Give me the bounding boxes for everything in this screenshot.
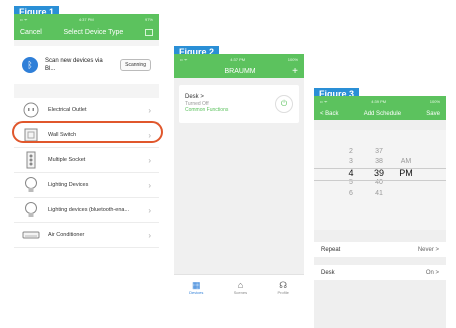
signal-indicator: •• ᯤ: [20, 16, 28, 22]
repeat-label: Repeat: [321, 246, 341, 253]
repeat-value: Never >: [417, 246, 439, 253]
tab-scenes[interactable]: ⌂ Scenes: [234, 280, 247, 295]
picker-selected-value: PM: [399, 167, 413, 178]
tab-devices[interactable]: ▦ Devices: [189, 280, 203, 295]
picker-selected-value: 39: [373, 167, 384, 178]
picker-selection-line: [314, 168, 446, 169]
chevron-right-icon: ›: [148, 205, 151, 215]
device-type-label: Electrical Outlet: [48, 107, 87, 113]
device-type-item[interactable]: Electrical Outlet ›: [14, 98, 159, 123]
tab-label: Profile: [277, 290, 289, 295]
add-device-button[interactable]: +: [292, 66, 298, 77]
device-type-item[interactable]: Lighting Devices ›: [14, 173, 159, 198]
bulb-icon: [22, 201, 40, 219]
picker-selected-value: 4: [348, 167, 354, 178]
wall-switch-highlight: [12, 121, 163, 143]
signal-indicator: •• ᯤ: [180, 56, 188, 62]
tab-label: Devices: [189, 290, 204, 295]
tab-label: Scenes: [233, 290, 248, 295]
device-card[interactable]: Desk > Turned Off Common Functions ⏻: [179, 85, 299, 123]
power-icon[interactable]: ⏻: [275, 95, 293, 113]
status-bar: •• ᯤ 4:37 PM 97%: [14, 14, 159, 25]
clock: 4:37 PM: [78, 17, 94, 22]
device-type-item[interactable]: Air Conditioner ›: [14, 223, 159, 248]
chevron-right-icon: ›: [148, 180, 151, 190]
chevron-right-icon: ›: [148, 230, 151, 240]
picker-value: 41: [375, 189, 383, 197]
home-icon: ⌂: [237, 280, 244, 290]
picker-value: [371, 136, 387, 147]
picker-value: [344, 136, 358, 147]
desk-value: On >: [425, 269, 439, 276]
device-type-item[interactable]: Lighting devices (bluetooth-ena... ›: [14, 198, 159, 223]
picker-selection-line: [314, 180, 446, 181]
device-type-item[interactable]: [14, 248, 159, 258]
add-schedule-screen: •• ᯤ 4:39 PM 100% < Back Add Schedule Sa…: [314, 96, 446, 328]
tab-profile[interactable]: ☊ Profile: [277, 280, 288, 295]
desk-row[interactable]: Desk On >: [314, 265, 446, 280]
picker-value: 2: [349, 147, 353, 155]
tab-bar: ▦ Devices ⌂ Scenes ☊ Profile: [174, 274, 304, 300]
device-type-label: Lighting Devices: [48, 182, 89, 188]
ac-icon: [22, 226, 40, 244]
picker-value: 38: [375, 158, 383, 165]
power-strip-icon: [22, 151, 40, 169]
nav-bar: < Back Add Schedule Save: [314, 107, 446, 120]
scan-text: Scan new devices via Bl...: [45, 58, 103, 72]
save-button[interactable]: Save: [426, 111, 440, 117]
bluetooth-icon: ᛒ: [22, 57, 38, 73]
back-button[interactable]: < Back: [320, 111, 339, 117]
status-bar: •• ᯤ 4:39 PM 100%: [314, 96, 446, 107]
time-picker[interactable]: 2 3 4 5 6 37 38 39 40 41 AM PM: [314, 130, 446, 230]
device-info: Desk > Turned Off Common Functions: [185, 94, 228, 114]
partial-device-icon: [22, 252, 40, 259]
scan-card[interactable]: ᛒ Scan new devices via Bl... Scanning: [14, 46, 159, 84]
common-functions-link[interactable]: Common Functions: [185, 107, 228, 114]
picker-value: 37: [375, 147, 383, 155]
chevron-right-icon: ›: [148, 155, 151, 165]
grid-icon: ▦: [192, 280, 201, 290]
device-type-label: Multiple Socket: [48, 157, 86, 163]
frame-icon[interactable]: [145, 29, 153, 36]
picker-value: 3: [349, 158, 353, 165]
signal-indicator: •• ᯤ: [320, 98, 328, 104]
clock: 4:37 PM: [230, 57, 246, 62]
battery-indicator: 100%: [429, 99, 440, 104]
outlet-icon: [22, 101, 40, 119]
desk-label: Desk: [321, 269, 335, 276]
nav-bar: Cancel Select Device Type: [14, 25, 159, 40]
picker-value: 6: [349, 189, 353, 197]
device-type-label: Air Conditioner: [48, 232, 85, 238]
nav-bar: BRAUMM +: [174, 65, 304, 78]
status-bar: •• ᯤ 4:37 PM 100%: [174, 54, 304, 65]
bulb-icon: [22, 176, 40, 194]
page-title: Add Schedule: [363, 110, 402, 117]
headset-icon: ☊: [279, 280, 288, 290]
clock: 4:39 PM: [371, 99, 387, 104]
chevron-right-icon: ›: [148, 105, 151, 115]
device-type-label: Lighting devices (bluetooth-ena...: [48, 207, 130, 213]
battery-indicator: 97%: [144, 17, 153, 22]
repeat-row[interactable]: Repeat Never >: [314, 242, 446, 257]
home-title: BRAUMM: [224, 68, 256, 75]
page-title: Select Device Type: [63, 29, 124, 36]
picker-value: AM: [400, 158, 412, 165]
battery-indicator: 100%: [287, 57, 298, 62]
devices-screen: •• ᯤ 4:37 PM 100% BRAUMM + Desk > Turned…: [174, 54, 304, 300]
cancel-button[interactable]: Cancel: [20, 29, 42, 36]
device-type-item[interactable]: Multiple Socket ›: [14, 148, 159, 173]
scanning-button[interactable]: Scanning: [120, 59, 151, 71]
